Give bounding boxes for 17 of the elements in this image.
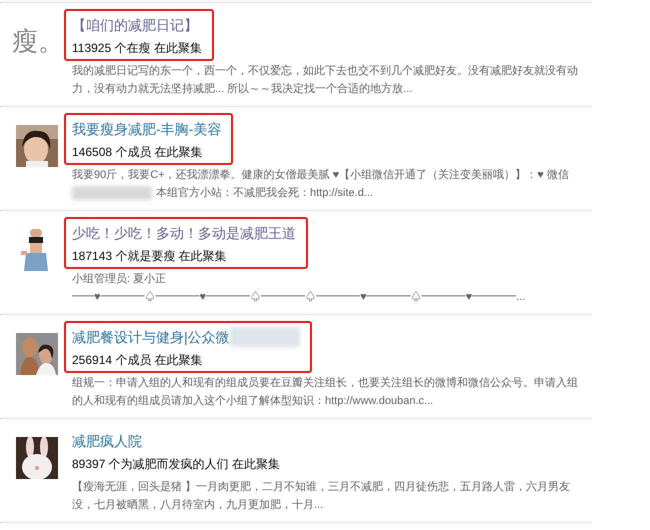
member-count: 113925 个在瘦 在此聚集 (72, 40, 202, 56)
group-title-link[interactable]: 【咱们的减肥日记】 (72, 14, 198, 36)
group-description: 【瘦海无涯，回头是猪 】一月肉更肥，二月不知谁，三月不减肥，四月徒伤悲，五月路人雷，六月男友没，七月被晒黑，八月待室内，九月更加肥，十月... (72, 480, 572, 513)
group-description: 小组管理员: 夏小正 ━━♥━━━━♤━━━━♥━━━━♤━━━━♤━━━━♥━━━━♤━━━━♥━━━━... (72, 272, 526, 305)
group-title-link[interactable]: 减肥餐设计与健身|公众微 (72, 326, 230, 348)
avatar-text: 瘦。 (12, 29, 58, 55)
group-title-link[interactable]: 我要瘦身减肥-丰胸-美容 (72, 118, 222, 140)
group-description: 我的减肥日记写的东一个，西一个，不仅爱忘，如此下去也交不到几个减肥好友。没有减肥好友就没有动力，没有动力就无法坚持减肥... 所以～～我决定找一个合适的地方放... (72, 64, 579, 97)
group-title-link[interactable]: 减肥疯人院 (72, 430, 142, 452)
member-count: 89397 个为减肥而发疯的人们 在此聚集 (72, 456, 280, 472)
member-count: 256914 个成员 在此聚集 (72, 352, 204, 368)
group-description: 我要90斤，我要C+，还我漂漂拳。健康的女僧最美腻 ♥【小组微信开通了（关注变美丽哦）】：♥ 微信 (72, 168, 569, 183)
group-title-link[interactable]: 少吃！少吃！多动！多动是减肥王道 (72, 222, 296, 244)
member-count: 146508 个成员 在此聚集 (72, 144, 204, 160)
group-description: 本组官方小站：不减肥我会死：http://site.d... (156, 186, 373, 201)
group-description: 组规一：申请入组的人和现有的组成员要在豆瓣关注组长，也要关注组长的微博和微信公众号。申请入组的人和现有的组成员请加入这个小组了解体型知识：http://www.douban.c... (72, 376, 579, 409)
member-count: 187143 个就是要瘦 在此聚集 (72, 248, 228, 264)
